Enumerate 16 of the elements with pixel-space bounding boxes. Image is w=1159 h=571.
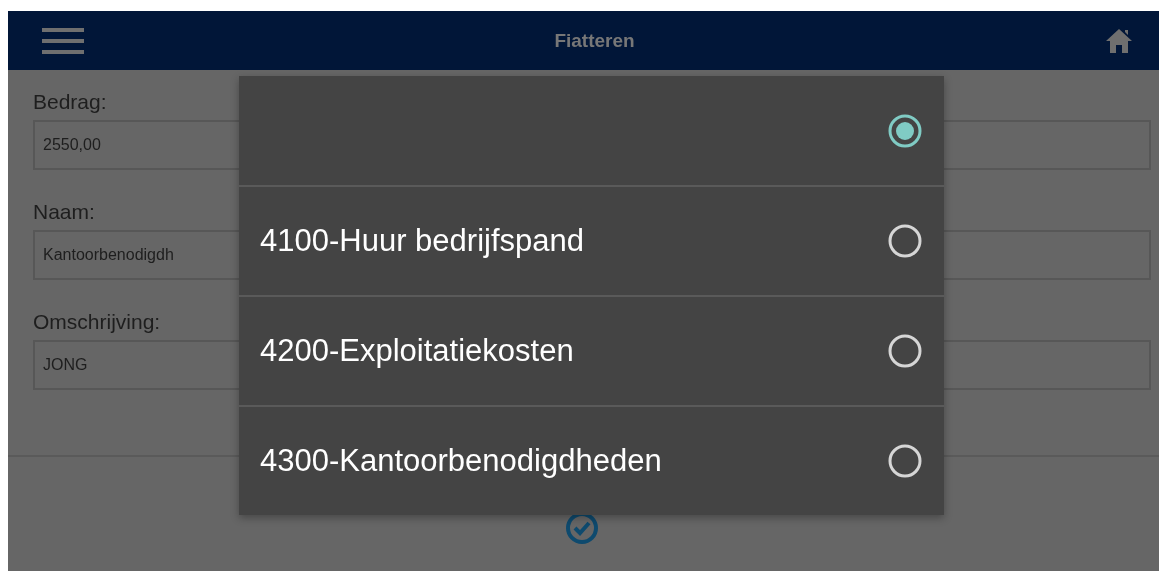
option-label: 4100-Huur bedrijfspand: [260, 223, 584, 259]
option-row[interactable]: 4300-Kantoorbenodigdheden: [239, 405, 944, 515]
field-label: Naam:: [33, 200, 96, 224]
radio-button[interactable]: [888, 444, 922, 478]
option-row[interactable]: 4100-Huur bedrijfspand: [239, 185, 944, 295]
option-label: 4200-Exploitatiekosten: [260, 333, 574, 369]
option-row[interactable]: 4200-Exploitatiekosten: [239, 295, 944, 405]
radio-button[interactable]: [888, 224, 922, 258]
home-icon[interactable]: [1105, 26, 1133, 55]
menu-icon[interactable]: [42, 27, 84, 54]
page-title: Fiatteren: [554, 29, 635, 52]
option-label: 4300-Kantoorbenodigdheden: [260, 443, 662, 479]
field-label: Bedrag:: [33, 90, 108, 114]
radio-button[interactable]: [888, 334, 922, 368]
field-label: Omschrijving:: [33, 310, 162, 334]
radio-button[interactable]: [888, 113, 922, 148]
